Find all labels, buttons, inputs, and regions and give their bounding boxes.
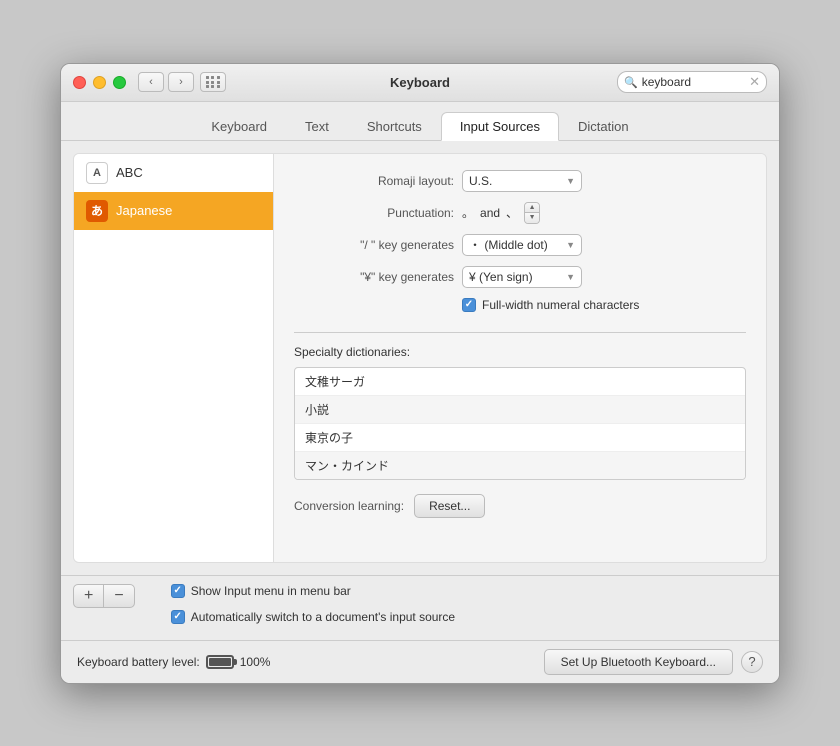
dict-item-1: 文稚サーガ — [295, 368, 745, 396]
sidebar-item-abc-label: ABC — [116, 165, 143, 180]
yen-control: ¥ (Yen sign) ▼ — [462, 266, 582, 288]
forward-button[interactable]: › — [168, 72, 194, 92]
abc-icon: A — [86, 162, 108, 184]
battery-label: Keyboard battery level: — [77, 655, 200, 669]
sidebar: A ABC あ Japanese — [74, 154, 274, 562]
sidebar-item-japanese-label: Japanese — [116, 203, 172, 218]
yen-dropdown[interactable]: ¥ (Yen sign) ▼ — [462, 266, 582, 288]
stepper-up-icon[interactable]: ▲ — [525, 203, 539, 214]
bottom-bar: + − Show Input menu in menu bar Automati… — [61, 575, 779, 640]
auto-switch-row: Automatically switch to a document's inp… — [171, 610, 455, 624]
dropdown-arrow-icon: ▼ — [566, 176, 575, 186]
section-divider — [294, 332, 746, 333]
punctuation-control: 。 and 、 ▲ ▼ — [462, 202, 540, 224]
main-panel: Romaji layout: U.S. ▼ Punctuation: 。 and… — [274, 154, 766, 562]
nav-buttons: ‹ › — [138, 72, 194, 92]
sidebar-item-japanese[interactable]: あ Japanese — [74, 192, 273, 230]
battery-section: Keyboard battery level: 100% — [77, 655, 270, 669]
tab-keyboard[interactable]: Keyboard — [192, 112, 286, 141]
add-source-button[interactable]: + — [74, 585, 104, 607]
conversion-label: Conversion learning: — [294, 499, 404, 513]
tab-input-sources[interactable]: Input Sources — [441, 112, 559, 141]
punctuation-row: Punctuation: 。 and 、 ▲ ▼ — [294, 202, 746, 224]
back-button[interactable]: ‹ — [138, 72, 164, 92]
sidebar-item-abc[interactable]: A ABC — [74, 154, 273, 192]
japanese-icon: あ — [86, 200, 108, 222]
battery-fill — [209, 658, 231, 666]
fullwidth-label: Full-width numeral characters — [482, 298, 639, 312]
yen-key-row: "¥" key generates ¥ (Yen sign) ▼ — [294, 266, 746, 288]
punctuation-and: and — [480, 206, 500, 220]
dropdown-arrow-icon2: ▼ — [566, 240, 575, 250]
search-input[interactable] — [642, 75, 747, 89]
yen-key-label: "¥" key generates — [294, 270, 454, 284]
auto-switch-label: Automatically switch to a document's inp… — [191, 610, 455, 624]
grid-button[interactable] — [200, 72, 226, 92]
window-title: Keyboard — [390, 75, 450, 90]
remove-source-button[interactable]: − — [104, 585, 133, 607]
maximize-button[interactable] — [113, 76, 126, 89]
main-window: ‹ › Keyboard 🔍 ✕ Keyboard Text Shortcuts… — [60, 63, 780, 684]
punctuation-value1: 。 — [462, 204, 474, 221]
slash-dropdown[interactable]: ・ (Middle dot) ▼ — [462, 234, 582, 256]
slash-control: ・ (Middle dot) ▼ — [462, 234, 582, 256]
dict-item-4: マン・カインド — [295, 452, 745, 479]
content-area: A ABC あ Japanese Romaji layout: U.S. ▼ — [73, 153, 767, 563]
show-menu-checkbox[interactable] — [171, 584, 185, 598]
add-remove-controls: + − — [73, 584, 135, 608]
tab-text[interactable]: Text — [286, 112, 348, 141]
tabs-bar: Keyboard Text Shortcuts Input Sources Di… — [61, 102, 779, 141]
clear-search-button[interactable]: ✕ — [749, 74, 760, 90]
slash-key-label: "/ " key generates — [294, 238, 454, 252]
battery-percent: 100% — [240, 655, 271, 669]
punctuation-label: Punctuation: — [294, 206, 454, 220]
titlebar: ‹ › Keyboard 🔍 ✕ — [61, 64, 779, 102]
romaji-dropdown[interactable]: U.S. ▼ — [462, 170, 582, 192]
grid-icon — [206, 76, 221, 88]
auto-switch-checkbox[interactable] — [171, 610, 185, 624]
romaji-row: Romaji layout: U.S. ▼ — [294, 170, 746, 192]
fullwidth-row: Full-width numeral characters — [462, 298, 746, 320]
close-button[interactable] — [73, 76, 86, 89]
traffic-lights — [73, 76, 126, 89]
stepper-down-icon[interactable]: ▼ — [525, 213, 539, 223]
bottom-checkboxes: Show Input menu in menu bar Automaticall… — [171, 584, 455, 632]
show-menu-label: Show Input menu in menu bar — [191, 584, 351, 598]
fullwidth-checkbox-row: Full-width numeral characters — [462, 298, 639, 312]
slash-key-row: "/ " key generates ・ (Middle dot) ▼ — [294, 234, 746, 256]
minimize-button[interactable] — [93, 76, 106, 89]
conversion-row: Conversion learning: Reset... — [294, 494, 746, 518]
search-box[interactable]: 🔍 ✕ — [617, 71, 767, 93]
help-button[interactable]: ? — [741, 651, 763, 673]
dict-item-3: 東京の子 — [295, 424, 745, 452]
romaji-control: U.S. ▼ — [462, 170, 582, 192]
tab-shortcuts[interactable]: Shortcuts — [348, 112, 441, 141]
show-menu-row: Show Input menu in menu bar — [171, 584, 455, 598]
reset-button[interactable]: Reset... — [414, 494, 485, 518]
dictionary-list: 文稚サーガ 小説 東京の子 マン・カインド — [294, 367, 746, 480]
tab-dictation[interactable]: Dictation — [559, 112, 648, 141]
dropdown-arrow-icon3: ▼ — [566, 272, 575, 282]
specialty-label: Specialty dictionaries: — [294, 345, 746, 359]
search-icon: 🔍 — [624, 76, 638, 89]
footer-right: Set Up Bluetooth Keyboard... ? — [544, 649, 763, 675]
punctuation-value2: 、 — [506, 204, 518, 221]
setup-bluetooth-button[interactable]: Set Up Bluetooth Keyboard... — [544, 649, 733, 675]
punctuation-stepper[interactable]: ▲ ▼ — [524, 202, 540, 224]
footer: Keyboard battery level: 100% Set Up Blue… — [61, 640, 779, 683]
romaji-label: Romaji layout: — [294, 174, 454, 188]
dict-item-2: 小説 — [295, 396, 745, 424]
fullwidth-checkbox[interactable] — [462, 298, 476, 312]
battery-icon — [206, 655, 234, 669]
